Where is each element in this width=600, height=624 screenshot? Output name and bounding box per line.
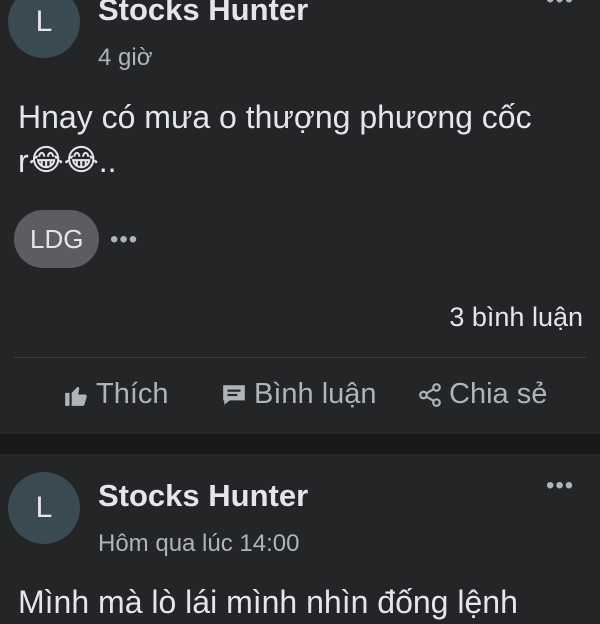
comment-count[interactable]: 3 bình luận — [449, 302, 583, 333]
like-label: Thích — [96, 378, 169, 410]
post-separator — [0, 434, 600, 454]
author-name[interactable]: Stocks Hunter — [98, 478, 308, 514]
post-content-line-2: r 😂 😂 .. — [18, 139, 588, 183]
post-content: Hnay có mưa o thượng phương cốc r 😂 😂 .. — [18, 95, 588, 183]
share-label: Chia sẻ — [449, 378, 548, 410]
post-content: Mình mà lò lái mình nhìn đống lệnh — [18, 584, 518, 620]
post-content-line-1: Hnay có mưa o thượng phương cốc — [18, 99, 532, 135]
comment-label: Bình luận — [254, 378, 377, 410]
comment-button[interactable]: Bình luận — [220, 378, 377, 411]
divider — [14, 357, 586, 358]
post-timestamp[interactable]: Hôm qua lúc 14:00 — [98, 530, 299, 558]
avatar[interactable]: L — [8, 0, 80, 58]
more-tags-icon[interactable]: ••• — [110, 226, 138, 254]
laughing-emoji-icon: 😂 — [28, 144, 64, 177]
post-content-prefix: r — [18, 143, 29, 179]
share-button[interactable]: Chia sẻ — [417, 378, 547, 411]
stock-tag[interactable]: LDG — [14, 210, 100, 268]
avatar[interactable]: L — [8, 472, 80, 544]
avatar-letter: L — [35, 5, 53, 38]
post-timestamp[interactable]: 4 giờ — [98, 44, 152, 72]
post-content-suffix: .. — [98, 143, 117, 179]
stock-tag-label: LDG — [30, 223, 84, 254]
more-options-icon[interactable]: ••• — [546, 0, 574, 14]
thumbs-up-icon — [65, 386, 87, 406]
share-icon — [419, 382, 441, 407]
like-button[interactable]: Thích — [62, 378, 169, 411]
avatar-letter: L — [35, 491, 53, 524]
author-name[interactable]: Stocks Hunter — [98, 0, 308, 28]
more-options-icon[interactable]: ••• — [546, 472, 574, 500]
laughing-emoji-icon: 😂 — [63, 144, 99, 177]
comment-icon — [223, 384, 245, 405]
